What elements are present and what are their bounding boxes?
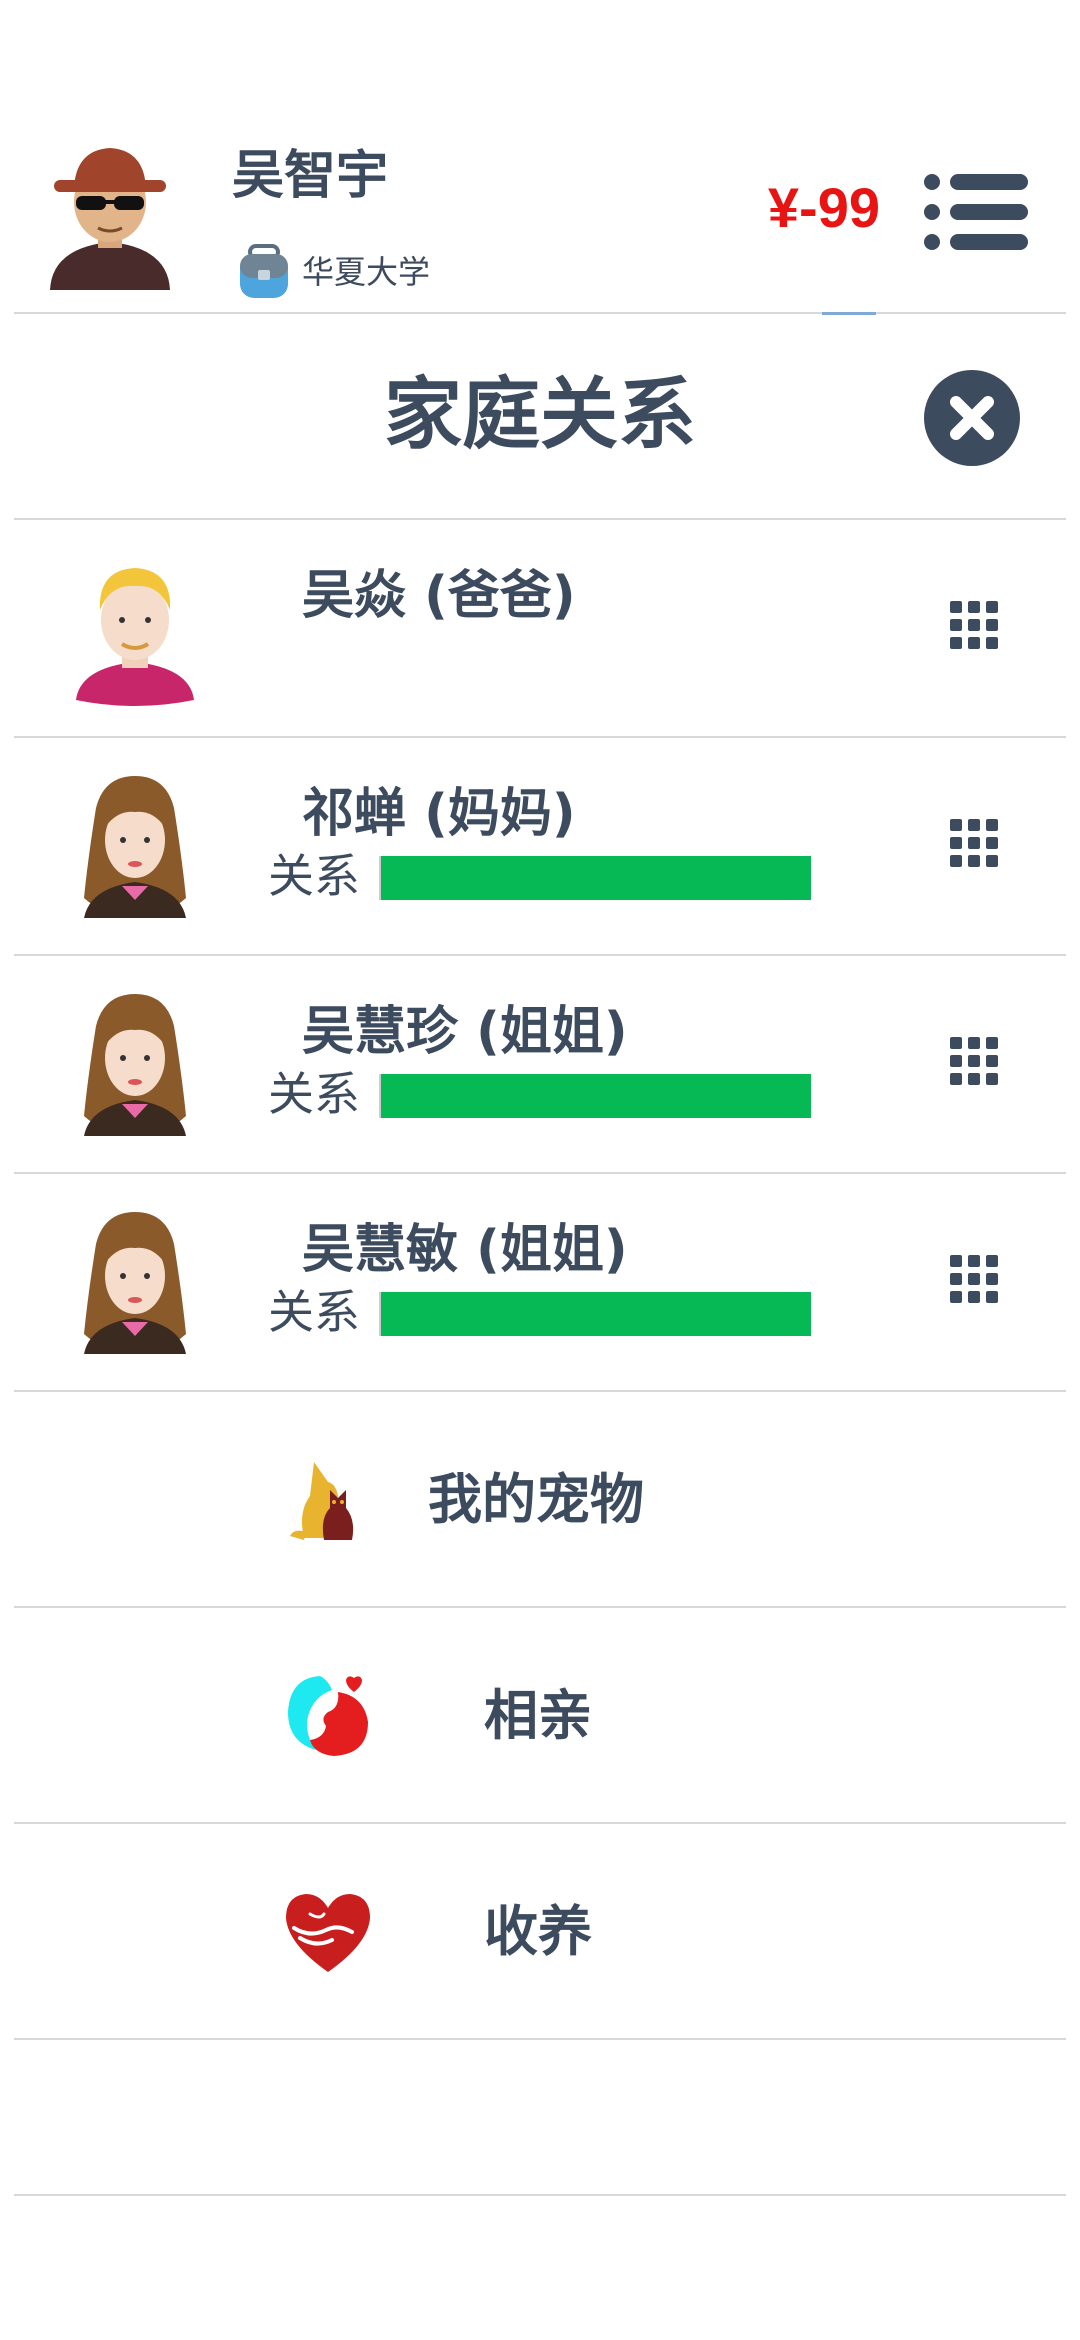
option-label: 收养: [484, 1900, 592, 1963]
panel-title: 家庭关系: [383, 370, 696, 460]
relation-bar-fill: [381, 1292, 811, 1336]
adoption-option[interactable]: 收养: [14, 1824, 1066, 2040]
close-icon[interactable]: [922, 368, 1022, 468]
option-label: 我的宠物: [428, 1468, 644, 1531]
player-avatar[interactable]: [40, 130, 180, 295]
my-pets-option[interactable]: 我的宠物: [14, 1392, 1066, 1608]
relation-bar: [379, 856, 811, 900]
empty-row: [14, 2034, 1066, 2196]
father-avatar: [76, 568, 194, 706]
relation-bar-fill: [381, 856, 811, 900]
relation-bar-fill: [381, 1074, 811, 1118]
school-name: 华夏大学: [302, 253, 431, 291]
adopt-heart-icon: [286, 1894, 370, 1972]
school-bag-icon: [240, 244, 288, 298]
matchmaking-icon: [288, 1676, 368, 1756]
relation-label: 关系: [268, 1067, 360, 1121]
grid-menu-icon[interactable]: [944, 813, 1004, 873]
matchmaking-option[interactable]: 相亲: [14, 1608, 1066, 1824]
sister-avatar: [84, 994, 186, 1136]
member-name: 吴慧敏 (姐姐): [302, 1220, 628, 1280]
member-name: 吴慧珍 (姐姐): [302, 1002, 628, 1062]
money-balance: ¥-99: [767, 176, 880, 239]
header-accent-line: [822, 312, 876, 315]
relation-label: 关系: [268, 849, 360, 903]
header-divider: [14, 312, 1066, 314]
family-member-row[interactable]: 吴慧敏 (姐姐) 关系: [14, 1174, 1066, 1392]
option-label: 相亲: [484, 1684, 592, 1747]
grid-menu-icon[interactable]: [944, 595, 1004, 655]
mother-avatar: [84, 776, 186, 918]
relation-bar: [379, 1292, 811, 1336]
family-member-row[interactable]: 祁蝉 (妈妈) 关系: [14, 738, 1066, 956]
pet-dog-cat-icon: [290, 1462, 354, 1540]
menu-list-icon[interactable]: [920, 172, 1030, 252]
member-name: 祁蝉 (妈妈): [302, 784, 576, 844]
member-name: 吴焱 (爸爸): [302, 566, 576, 626]
sister-avatar: [84, 1212, 186, 1354]
relation-label: 关系: [268, 1285, 360, 1339]
school-info: 华夏大学: [236, 238, 430, 302]
relation-bar: [379, 1074, 811, 1118]
player-name: 吴智宇: [232, 146, 389, 206]
header: 吴智宇 华夏大学 ¥-99: [0, 0, 1080, 315]
grid-menu-icon[interactable]: [944, 1031, 1004, 1091]
family-member-row[interactable]: 吴焱 (爸爸): [14, 520, 1066, 738]
family-member-row[interactable]: 吴慧珍 (姐姐) 关系: [14, 956, 1066, 1174]
grid-menu-icon[interactable]: [944, 1249, 1004, 1309]
